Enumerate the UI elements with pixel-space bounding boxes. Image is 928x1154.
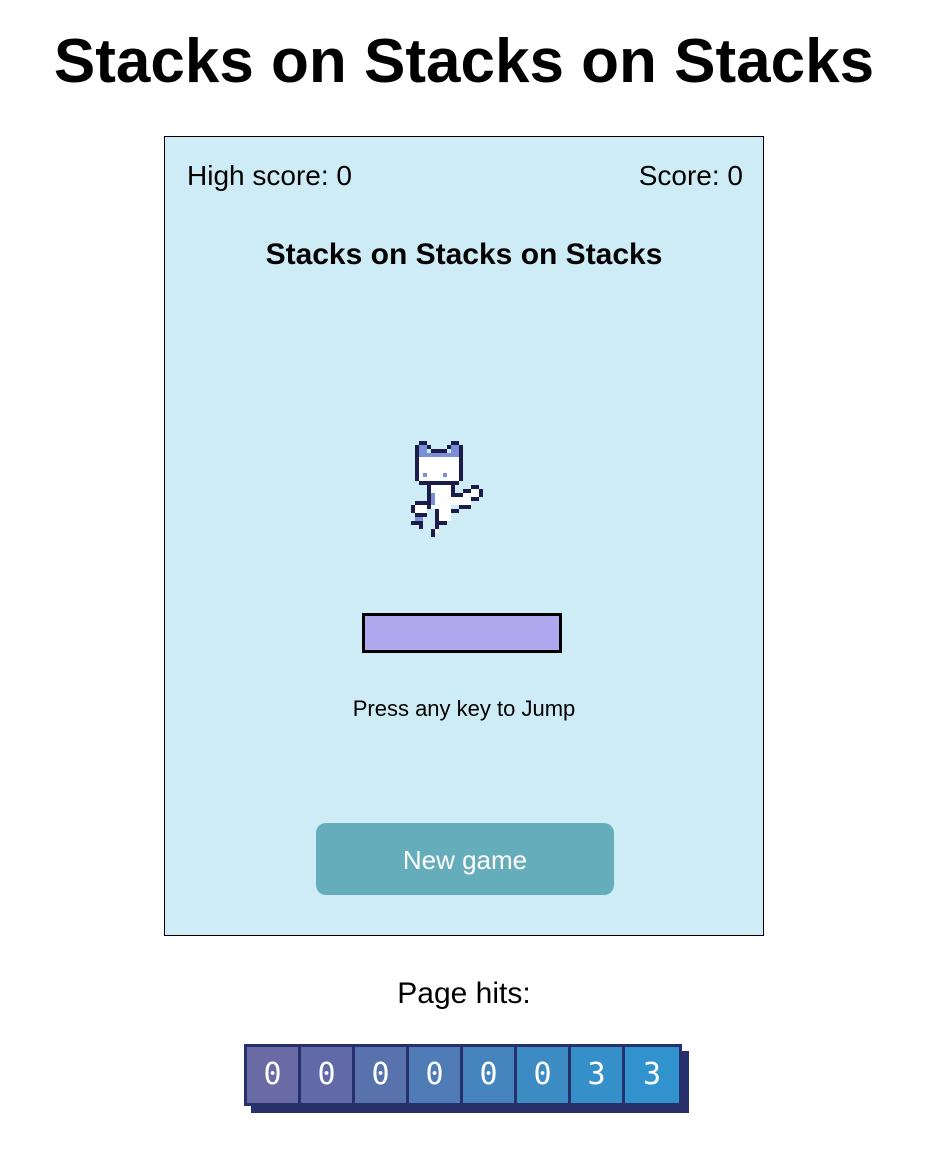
platform-block	[362, 613, 562, 653]
game-title: Stacks on Stacks on Stacks	[265, 238, 663, 271]
page-title: Stacks on Stacks on Stacks	[53, 27, 875, 96]
counter-digit: 0	[355, 1047, 409, 1103]
counter-digit: 0	[463, 1047, 517, 1103]
counter-digit: 0	[301, 1047, 355, 1103]
score-display: Score: 0	[638, 160, 743, 191]
counter-digit: 0	[517, 1047, 571, 1103]
game-canvas[interactable]: High score: 0 Score: 0 Stacks on Stacks …	[164, 136, 764, 936]
instructions-text: Press any key to Jump	[352, 696, 576, 721]
pixel-cat-character-icon	[411, 441, 483, 537]
counter-digit: 0	[409, 1047, 463, 1103]
page-hits-label: Page hits:	[397, 977, 531, 1010]
high-score-display: High score: 0	[187, 160, 352, 191]
counter-digit: 0	[247, 1047, 301, 1103]
counter-digit: 3	[625, 1047, 679, 1103]
new-game-button[interactable]: New game	[316, 823, 614, 895]
page-hits-counter: 0 0 0 0 0 0 3 3	[244, 1044, 682, 1106]
counter-digit: 3	[571, 1047, 625, 1103]
